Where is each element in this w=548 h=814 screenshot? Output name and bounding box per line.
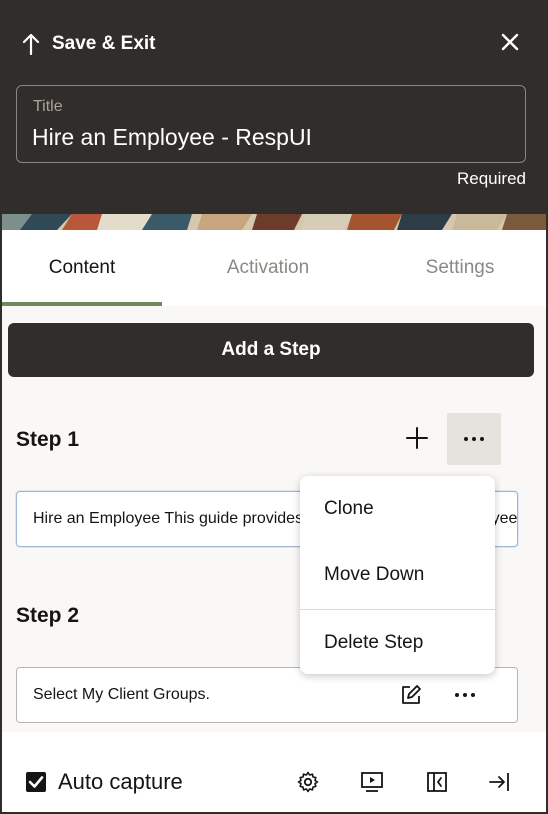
close-icon[interactable] [500,32,520,52]
title-label: Title [33,98,63,115]
guide-editor-panel: Save & Exit Title Required Conte [0,0,548,814]
decorative-banner [2,214,546,230]
gear-icon[interactable] [296,770,320,794]
auto-capture-checkbox[interactable] [26,772,46,792]
edit-icon[interactable] [400,684,422,706]
step-2-more-button[interactable] [450,684,480,706]
arrow-up-icon[interactable] [20,32,42,56]
tab-activation[interactable]: Activation [188,230,348,306]
auto-capture-label: Auto capture [58,769,183,794]
add-step-button[interactable]: Add a Step [8,323,534,377]
step-2-text-field[interactable]: Select My Client Groups. [16,667,518,723]
step-1-title: Step 1 [16,428,80,451]
more-icon [464,437,484,441]
footer-toolbar: Auto capture [2,732,546,812]
preview-icon[interactable] [360,770,384,794]
save-exit-row: Save & Exit [20,30,156,58]
editor-header: Save & Exit Title Required [2,2,546,214]
step-1-more-button[interactable] [447,413,501,465]
required-label: Required [457,169,526,188]
step-actions-menu: Clone Move Down Delete Step [300,476,495,674]
more-icon [455,693,475,697]
checkmark-icon [28,776,44,788]
tab-content[interactable]: Content [2,230,162,306]
title-input[interactable] [32,122,502,152]
menu-item-clone[interactable]: Clone [300,476,495,542]
menu-item-move-down[interactable]: Move Down [300,542,495,608]
tab-settings[interactable]: Settings [380,230,540,306]
exit-icon[interactable] [488,770,512,794]
title-field: Title [16,85,526,163]
tab-bar: Content Activation Settings [2,230,546,306]
save-exit-button[interactable]: Save & Exit [52,33,156,55]
collapse-panel-icon[interactable] [425,770,449,794]
plus-icon[interactable] [405,426,429,450]
step-2-title: Step 2 [16,604,80,627]
menu-item-delete-step[interactable]: Delete Step [300,609,495,675]
